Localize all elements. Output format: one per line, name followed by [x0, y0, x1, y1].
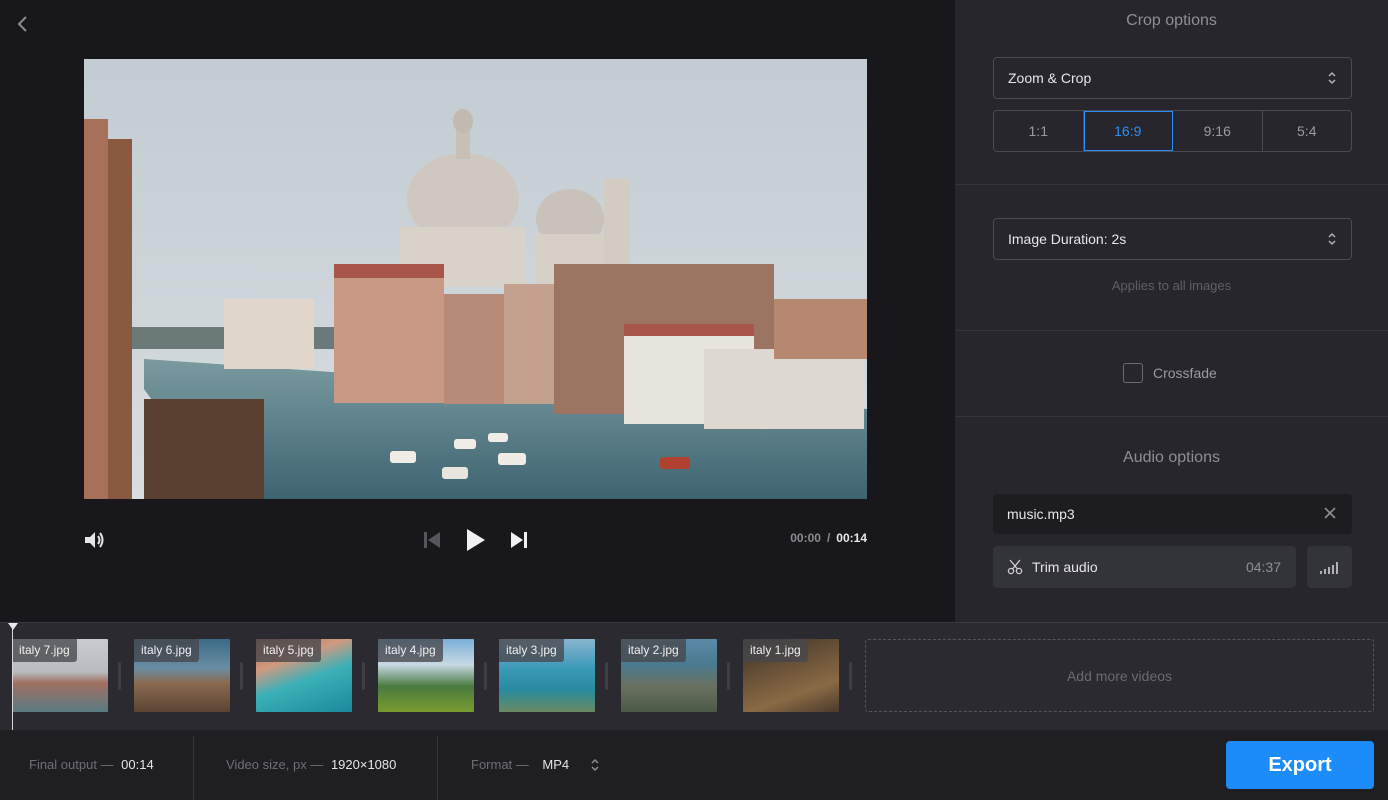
updown-arrows-icon	[1328, 71, 1336, 85]
volume-button[interactable]	[83, 529, 105, 551]
clip-label: italy 2.jpg	[621, 639, 686, 662]
aspect-ratio-group: 1:1 16:9 9:16 5:4	[993, 110, 1352, 152]
checkbox-box	[1123, 363, 1143, 383]
preview-area: 00:00 / 00:14	[0, 0, 955, 622]
timeline-clip[interactable]: italy 3.jpg	[499, 639, 595, 712]
clip-handle[interactable]	[362, 662, 365, 690]
format-label: Format —	[471, 757, 529, 772]
final-output-value: 00:14	[121, 757, 154, 772]
previous-button[interactable]	[422, 529, 442, 551]
clip-handle[interactable]	[240, 662, 243, 690]
export-button[interactable]: Export	[1226, 741, 1374, 789]
play-icon	[467, 529, 485, 551]
updown-arrows-icon	[1328, 232, 1336, 246]
timeline-clip[interactable]: italy 4.jpg	[378, 639, 474, 712]
close-icon[interactable]	[1322, 505, 1338, 521]
add-more-videos-button[interactable]: Add more videos	[865, 639, 1374, 712]
crossfade-checkbox[interactable]: Crossfade	[1123, 363, 1217, 383]
crossfade-label: Crossfade	[1153, 365, 1217, 381]
trim-audio-duration: 04:37	[1245, 559, 1281, 575]
back-button[interactable]	[12, 12, 34, 36]
ratio-9-16-button[interactable]: 9:16	[1173, 111, 1263, 151]
timeline-clip[interactable]: italy 6.jpg	[134, 639, 230, 712]
final-output-stat: Final output — 00:14	[29, 757, 154, 772]
venice-canal-image	[84, 59, 867, 499]
clip-handle[interactable]	[118, 662, 121, 690]
video-size-stat: Video size, px — 1920×1080	[226, 757, 396, 772]
clip-handle[interactable]	[727, 662, 730, 690]
video-editor: 00:00 / 00:14 Crop options Zoom & Crop 1:1…	[0, 0, 1388, 800]
trim-audio-button[interactable]: Trim audio 04:37	[993, 546, 1296, 588]
footer-divider	[193, 736, 194, 800]
clip-label: italy 6.jpg	[134, 639, 199, 662]
crop-section: Crop options Zoom & Crop 1:1 16:9 9:16 5…	[955, 0, 1388, 185]
playhead-marker[interactable]	[8, 623, 18, 630]
clip-label: italy 1.jpg	[743, 639, 808, 662]
image-duration-value: Image Duration: 2s	[1008, 231, 1127, 247]
audio-options-title: Audio options	[1123, 449, 1220, 466]
volume-bars-icon	[1320, 562, 1338, 574]
final-output-label: Final output —	[29, 757, 114, 772]
clip-label: italy 4.jpg	[378, 639, 443, 662]
crop-mode-value: Zoom & Crop	[1008, 70, 1092, 86]
audio-file-name: music.mp3	[1007, 506, 1075, 522]
footer-bar: Final output — 00:14 Video size, px — 19…	[0, 730, 1388, 800]
chevron-left-icon	[17, 16, 27, 32]
ratio-16-9-button[interactable]: 16:9	[1083, 111, 1173, 151]
clip-label: italy 5.jpg	[256, 639, 321, 662]
time-display: 00:00 / 00:14	[790, 531, 867, 545]
time-separator: /	[826, 531, 831, 545]
timeline-clip[interactable]: italy 7.jpg	[12, 639, 108, 712]
applies-note: Applies to all images	[1111, 278, 1232, 293]
play-button[interactable]	[463, 527, 487, 553]
skip-back-icon	[424, 532, 440, 548]
clip-handle[interactable]	[484, 662, 487, 690]
clip-handle[interactable]	[605, 662, 608, 690]
video-size-label: Video size, px —	[226, 757, 324, 772]
crop-options-title: Crop options	[1126, 12, 1217, 29]
audio-file-row: music.mp3	[993, 494, 1352, 534]
timeline-clip[interactable]: italy 1.jpg	[743, 639, 839, 712]
next-button[interactable]	[509, 529, 529, 551]
clip-handle[interactable]	[849, 662, 852, 690]
duration-section: Image Duration: 2s	[955, 185, 1388, 331]
format-stat[interactable]: Format — MP4	[471, 757, 569, 772]
clip-label: italy 3.jpg	[499, 639, 564, 662]
video-size-value: 1920×1080	[330, 757, 397, 772]
time-current: 00:00	[790, 531, 821, 545]
clip-label: italy 7.jpg	[12, 639, 77, 662]
trim-audio-label: Trim audio	[1032, 559, 1098, 575]
ratio-5-4-button[interactable]: 5:4	[1263, 111, 1352, 151]
video-preview-image	[84, 59, 867, 499]
footer-divider	[437, 736, 438, 800]
timeline: italy 7.jpg italy 6.jpg italy 5.jpg ital…	[0, 622, 1388, 731]
options-panel: Crop options Zoom & Crop 1:1 16:9 9:16 5…	[955, 0, 1388, 622]
timeline-clip[interactable]: italy 2.jpg	[621, 639, 717, 712]
speaker-icon	[85, 532, 104, 548]
time-total: 00:14	[836, 531, 867, 545]
format-value: MP4	[542, 757, 570, 772]
skip-forward-icon	[511, 532, 527, 548]
scissors-icon	[1007, 559, 1023, 575]
format-updown-icon[interactable]	[590, 757, 600, 773]
crop-mode-select[interactable]: Zoom & Crop	[993, 57, 1352, 99]
ratio-1-1-button[interactable]: 1:1	[994, 111, 1084, 151]
timeline-clip[interactable]: italy 5.jpg	[256, 639, 352, 712]
image-duration-select[interactable]: Image Duration: 2s	[993, 218, 1352, 260]
playhead[interactable]	[12, 623, 13, 731]
audio-volume-button[interactable]	[1307, 546, 1352, 588]
